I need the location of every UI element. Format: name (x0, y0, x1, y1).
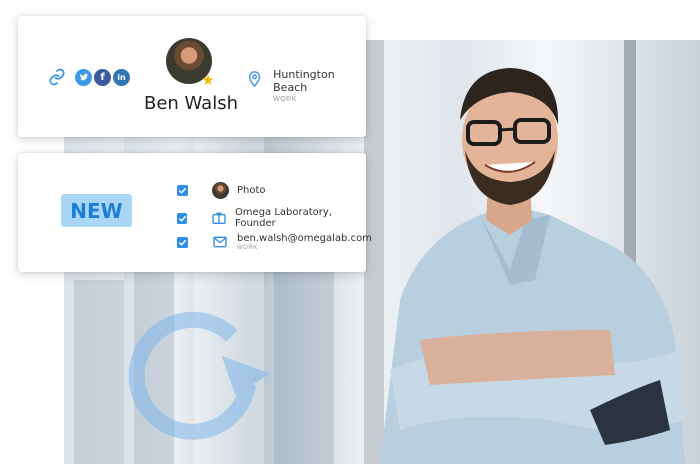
person-photo (380, 68, 685, 464)
feature-row-email[interactable]: ben.walsh@omegalab.com WORK (177, 233, 372, 251)
feature-row-company[interactable]: Omega Laboratory, Founder (177, 207, 366, 229)
feature-row-photo[interactable]: Photo (177, 181, 266, 199)
facebook-icon[interactable]: f (94, 68, 111, 86)
feature-sublabel: WORK (237, 245, 258, 251)
new-badge: NEW (61, 194, 132, 227)
checkbox-photo[interactable] (177, 184, 188, 196)
location-pin-icon (248, 71, 261, 88)
social-links: f in (48, 68, 132, 86)
link-icon[interactable] (48, 68, 66, 86)
photo-thumbnail (211, 181, 229, 199)
feature-label: ben.walsh@omegalab.com (237, 233, 372, 244)
feature-label: Photo (237, 184, 266, 196)
profile-location: Huntington Beach WORK (248, 68, 366, 103)
refresh-icon (128, 311, 271, 440)
new-data-card: NEW Photo Omega Laboratory, Founder ben.… (18, 153, 372, 272)
feature-label: Omega Laboratory, Founder (234, 207, 333, 229)
location-label: WORK (273, 96, 297, 103)
linkedin-icon[interactable]: in (113, 68, 130, 86)
profile-card: f in ★ Ben Walsh Huntington Beach WORK (18, 16, 366, 137)
location-text: Huntington Beach (273, 68, 335, 94)
twitter-icon[interactable] (75, 68, 92, 86)
profile-avatar: ★ (166, 38, 215, 89)
checkbox-email[interactable] (177, 236, 188, 248)
star-icon: ★ (201, 71, 215, 89)
checkbox-company[interactable] (177, 212, 188, 224)
mail-icon (213, 236, 227, 248)
briefcase-icon (211, 212, 226, 224)
profile-name: Ben Walsh (143, 93, 239, 114)
